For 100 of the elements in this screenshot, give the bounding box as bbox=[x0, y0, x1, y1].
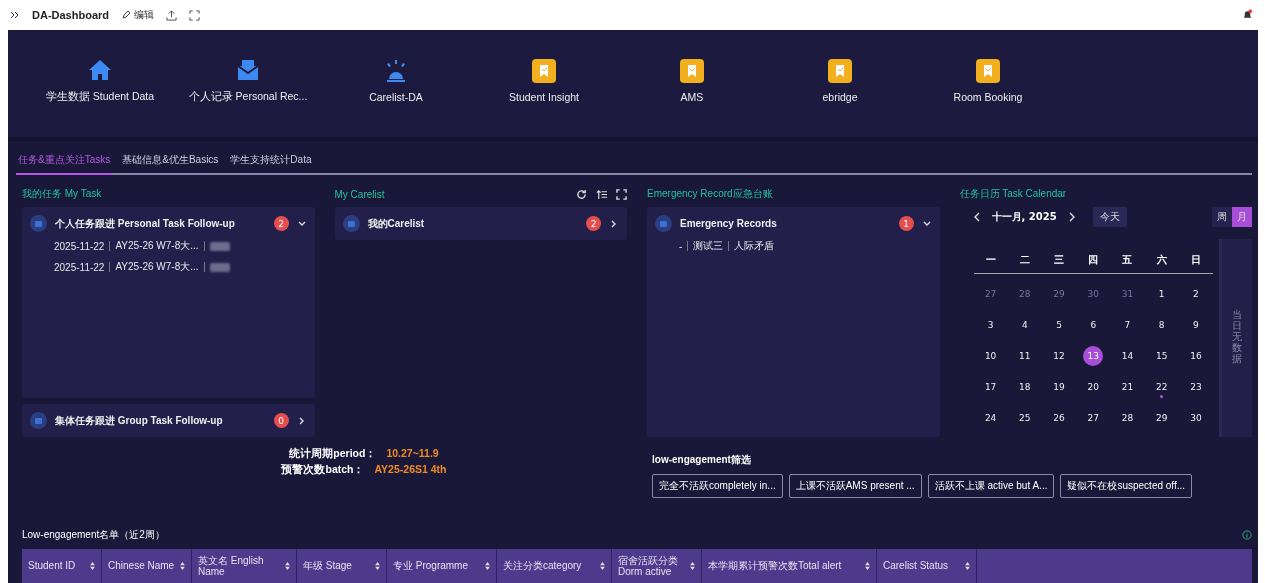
view-toggle[interactable]: 周 bbox=[1212, 207, 1232, 227]
bookmark-app-icon bbox=[532, 58, 556, 83]
calendar-day[interactable]: 5 bbox=[1049, 314, 1070, 335]
redacted-block bbox=[209, 262, 230, 272]
task-name[interactable]: AY25-26 W7-8大... bbox=[115, 239, 199, 253]
sort-icon bbox=[485, 562, 490, 570]
alarm-light-icon bbox=[384, 58, 408, 83]
section-title: 任务日历 Task Calendar bbox=[959, 187, 1067, 201]
column-header[interactable]: Chinese Name bbox=[102, 549, 192, 583]
record-field: 人际矛盾 bbox=[734, 239, 775, 253]
weekday-label: 四 bbox=[1087, 253, 1100, 267]
weekday-label: 六 bbox=[1155, 253, 1168, 267]
emergency-title: Emergency Records bbox=[680, 218, 778, 229]
filter-chip[interactable]: 疑似不在校suspected off... bbox=[1060, 474, 1193, 498]
today-button[interactable]: 今天 bbox=[1092, 207, 1127, 227]
calendar-day[interactable]: 1 bbox=[1151, 283, 1172, 304]
weekday-label: 日 bbox=[1189, 253, 1202, 267]
app-label: 个人记录 Personal Rec... bbox=[188, 89, 308, 104]
calendar-day[interactable]: 25 bbox=[1014, 407, 1035, 428]
calendar-day[interactable]: 11 bbox=[1014, 345, 1035, 366]
share-icon[interactable] bbox=[166, 9, 177, 21]
calendar-day[interactable]: 28 bbox=[1014, 283, 1035, 304]
calendar-day[interactable]: 18 bbox=[1014, 376, 1035, 397]
calendar-day[interactable]: 9 bbox=[1185, 314, 1206, 335]
column-header[interactable]: 关注分类category bbox=[497, 549, 612, 583]
redacted-block bbox=[209, 241, 230, 251]
task-avatar-icon bbox=[30, 412, 47, 429]
calendar-day[interactable]: 30 bbox=[1185, 407, 1206, 428]
calendar-day[interactable]: 21 bbox=[1117, 376, 1138, 397]
tab[interactable]: 学生支持统计Data bbox=[228, 147, 314, 173]
edit-button[interactable]: 编辑 bbox=[121, 8, 154, 22]
column-header[interactable]: 英文名 English Name bbox=[192, 549, 297, 583]
column-header[interactable]: 宿舍活跃分类 Dorm active bbox=[612, 549, 702, 583]
task-date: 2025-11-22 bbox=[54, 240, 105, 252]
calendar-day[interactable]: 2 bbox=[1185, 283, 1206, 304]
refresh-icon[interactable] bbox=[576, 188, 587, 200]
carelist-card[interactable]: 我的Carelist 2 bbox=[334, 207, 627, 240]
tab[interactable]: 基础信息&优生Basics bbox=[120, 147, 221, 173]
tab[interactable]: 任务&重点关注Tasks bbox=[16, 147, 113, 175]
task-name[interactable]: AY25-26 W7-8大... bbox=[115, 260, 199, 274]
sort-icon bbox=[180, 562, 185, 570]
calendar-day[interactable]: 19 bbox=[1049, 376, 1070, 397]
filter-chip[interactable]: 完全不活跃completely in... bbox=[652, 474, 783, 498]
info-icon[interactable] bbox=[1242, 530, 1252, 540]
calendar-day[interactable]: 13 bbox=[1083, 345, 1104, 366]
bell-icon[interactable] bbox=[1242, 9, 1253, 21]
calendar-day[interactable]: 27 bbox=[1083, 407, 1104, 428]
calendar-day[interactable]: 23 bbox=[1185, 376, 1206, 397]
record-field: 测试三 bbox=[693, 239, 724, 253]
calendar-day[interactable]: 12 bbox=[1049, 345, 1070, 366]
calendar-day[interactable]: 14 bbox=[1117, 345, 1138, 366]
column-header[interactable]: 年级 Stage bbox=[297, 549, 387, 583]
weekday-label: 五 bbox=[1121, 253, 1134, 267]
calendar-day[interactable]: 6 bbox=[1083, 314, 1104, 335]
app-shortcut[interactable]: 学生数据 Student Data bbox=[26, 57, 174, 104]
filter-chip[interactable]: 活跃不上课 active but A... bbox=[927, 474, 1055, 498]
app-shortcut[interactable]: ebridge bbox=[766, 58, 914, 103]
record-field: - bbox=[679, 240, 683, 252]
calendar-day[interactable]: 29 bbox=[1049, 283, 1070, 304]
task-avatar-icon bbox=[30, 215, 47, 232]
calendar-day[interactable]: 28 bbox=[1117, 407, 1138, 428]
calendar-day[interactable]: 7 bbox=[1117, 314, 1138, 335]
app-shortcut[interactable]: AMS bbox=[618, 58, 766, 103]
sort-icon[interactable] bbox=[596, 188, 607, 200]
calendar-day[interactable]: 17 bbox=[980, 376, 1001, 397]
envelope-icon bbox=[236, 57, 260, 82]
calendar-day[interactable]: 8 bbox=[1151, 314, 1172, 335]
calendar-day[interactable]: 16 bbox=[1185, 345, 1206, 366]
app-shortcut[interactable]: Carelist-DA bbox=[322, 58, 470, 103]
column-header[interactable]: Carelist Status bbox=[877, 549, 977, 583]
column-header[interactable]: 专业 Programme bbox=[387, 549, 497, 583]
carelist-title: 我的Carelist bbox=[367, 216, 426, 231]
count-badge: 0 bbox=[273, 413, 289, 428]
house-icon bbox=[88, 57, 112, 82]
calendar-day[interactable]: 24 bbox=[980, 407, 1001, 428]
filter-chip[interactable]: 上课不活跃AMS present ... bbox=[788, 474, 922, 498]
group-title: 个人任务跟进 Personal Task Follow-up bbox=[55, 216, 236, 231]
expand-icon[interactable] bbox=[10, 10, 20, 20]
calendar-day[interactable]: 20 bbox=[1083, 376, 1104, 397]
calendar-day[interactable]: 29 bbox=[1151, 407, 1172, 428]
sort-icon bbox=[375, 562, 380, 570]
app-shortcut[interactable]: Room Booking bbox=[914, 58, 1062, 103]
calendar-day[interactable]: 15 bbox=[1151, 345, 1172, 366]
section-title: Emergency Record应急台账 bbox=[647, 187, 773, 201]
calendar-day[interactable]: 22 bbox=[1151, 376, 1172, 397]
calendar-day[interactable]: 30 bbox=[1083, 283, 1104, 304]
column-header[interactable]: Student ID bbox=[22, 549, 102, 583]
app-shortcut[interactable]: 个人记录 Personal Rec... bbox=[174, 57, 322, 104]
calendar-day[interactable]: 31 bbox=[1117, 283, 1138, 304]
column-header[interactable]: 本学期累计预警次数Total alert bbox=[702, 549, 877, 583]
calendar-day[interactable]: 26 bbox=[1049, 407, 1070, 428]
calendar-day[interactable]: 4 bbox=[1014, 314, 1035, 335]
calendar-day[interactable]: 3 bbox=[980, 314, 1001, 335]
calendar-day[interactable]: 10 bbox=[980, 345, 1001, 366]
stat-value: AY25-26S1 4th bbox=[374, 463, 447, 477]
dashboard-title: DA-Dashboard bbox=[32, 9, 109, 21]
calendar-day[interactable]: 27 bbox=[980, 283, 1001, 304]
bookmark-app-icon bbox=[680, 58, 704, 83]
sort-icon bbox=[865, 562, 870, 570]
app-shortcut[interactable]: Student Insight bbox=[470, 58, 618, 103]
